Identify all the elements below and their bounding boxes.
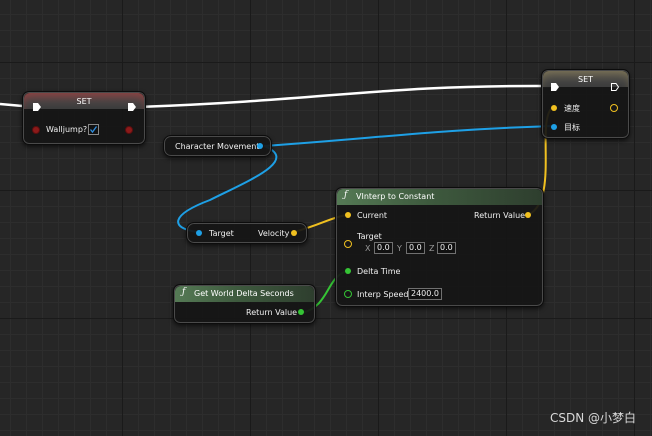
delta-time-label: Delta Time — [357, 267, 401, 276]
velocity-label: Velocity — [258, 229, 290, 238]
function-icon: ƒ — [344, 190, 348, 200]
blueprint-graph-canvas[interactable]: SET Walljump? Character Movement Target … — [0, 0, 652, 436]
velocity-out-pin-icon[interactable] — [291, 230, 297, 236]
character-movement-node[interactable]: Character Movement — [163, 135, 272, 157]
set-velocity-node[interactable]: SET 速度 目标 — [541, 69, 630, 139]
current-in-pin-icon[interactable] — [345, 212, 351, 218]
node-header: ƒ Get World Delta Seconds — [175, 286, 314, 302]
bool-in-pin-icon[interactable] — [32, 126, 40, 134]
exec-out-pin-icon[interactable] — [610, 82, 620, 92]
exec-in-pin-icon[interactable] — [32, 102, 42, 112]
target-in-pin-icon[interactable] — [196, 230, 202, 236]
y-value-field[interactable]: 0.0 — [406, 242, 425, 254]
x-axis-label: X — [365, 244, 371, 253]
var-label: Walljump? — [46, 125, 88, 134]
object-wire-velocity-target[interactable] — [177, 145, 278, 233]
interp-speed-in-pin-icon[interactable] — [344, 290, 352, 298]
z-value-field[interactable]: 0.0 — [437, 242, 456, 254]
return-label: Return Value — [474, 211, 526, 220]
velocity-var-label: 速度 — [564, 104, 580, 113]
velocity-getter-node[interactable]: Target Velocity — [186, 222, 308, 244]
current-label: Current — [357, 211, 388, 220]
target-label: Target — [357, 232, 382, 241]
check-icon — [89, 126, 98, 134]
object-out-pin-icon[interactable] — [257, 143, 263, 149]
return-label: Return Value — [246, 308, 298, 317]
interp-speed-field[interactable]: 2400.0 — [408, 288, 442, 300]
velocity-in-pin-icon[interactable] — [551, 105, 557, 111]
delta-seconds-node[interactable]: ƒ Get World Delta Seconds Return Value — [173, 284, 316, 324]
velocity-out-pin-icon[interactable] — [610, 104, 618, 112]
watermark: CSDN @小梦白 — [549, 411, 636, 425]
node-title: VInterp to Constant — [356, 192, 435, 201]
target-in-pin-icon[interactable] — [344, 240, 352, 248]
exec-out-pin-icon[interactable] — [127, 102, 137, 112]
walljump-checkbox[interactable] — [88, 124, 99, 135]
set-walljump-node[interactable]: SET Walljump? — [22, 91, 146, 145]
z-axis-label: Z — [429, 244, 435, 253]
x-value-field[interactable]: 0.0 — [374, 242, 393, 254]
character-movement-label: Character Movement — [175, 142, 260, 151]
exec-in-pin-icon[interactable] — [550, 82, 560, 92]
y-axis-label: Y — [397, 244, 402, 253]
node-header: SET — [24, 93, 144, 109]
object-wire-target[interactable] — [263, 125, 554, 147]
return-out-pin-icon[interactable] — [525, 212, 531, 218]
node-title: SET — [76, 97, 92, 106]
function-icon: ƒ — [182, 287, 186, 297]
return-out-pin-icon[interactable] — [298, 309, 304, 315]
node-title: Get World Delta Seconds — [194, 289, 294, 298]
node-header: ƒ VInterp to Constant — [337, 189, 542, 205]
wire-layer — [0, 84, 554, 314]
vinterp-node[interactable]: ƒ VInterp to Constant Current Return Val… — [335, 187, 544, 307]
target-label: Target — [209, 229, 234, 238]
interp-speed-label: Interp Speed — [357, 290, 409, 299]
bool-out-pin-icon[interactable] — [125, 126, 133, 134]
delta-time-in-pin-icon[interactable] — [345, 268, 351, 274]
target-var-label: 目标 — [564, 123, 580, 132]
target-in-pin-icon[interactable] — [551, 124, 557, 130]
